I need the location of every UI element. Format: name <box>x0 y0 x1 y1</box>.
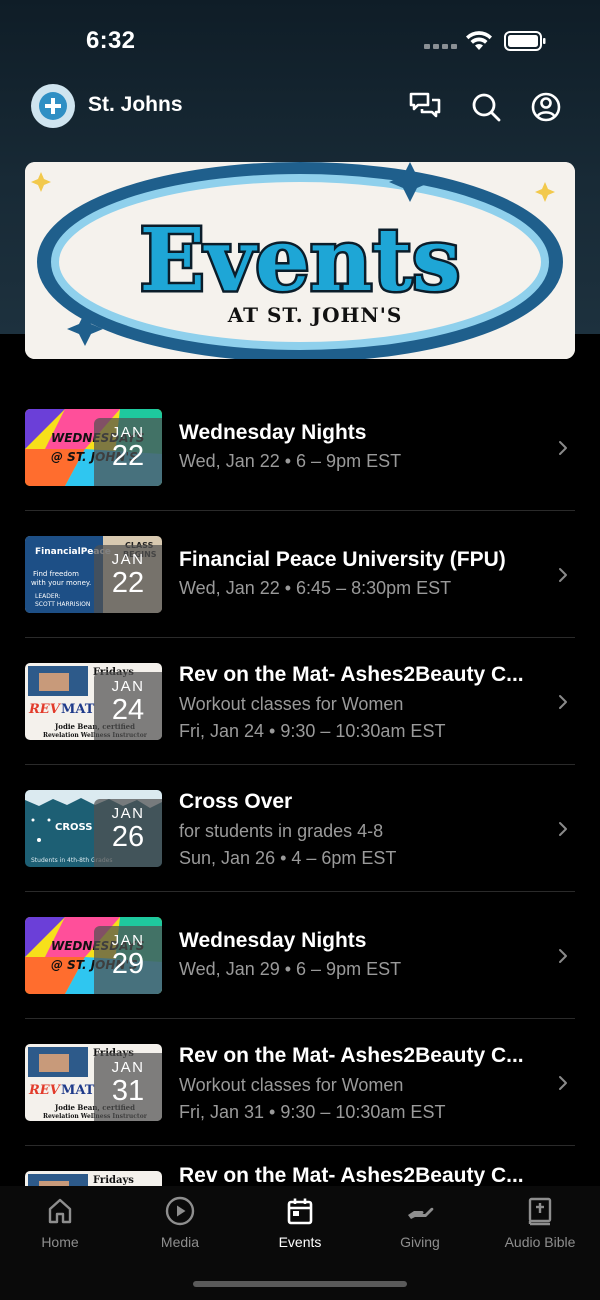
event-datetime: Fri, Jan 31 • 9:30 – 10:30am EST <box>179 1102 446 1122</box>
banner-title: Events <box>140 210 461 311</box>
svg-text:with your money.: with your money. <box>31 579 91 587</box>
event-day: 24 <box>111 694 145 726</box>
event-row[interactable]: WEDNESDAYS@ ST. JOHN'SJAN22 Wednesday Nig… <box>25 384 575 511</box>
svg-text:Fridays: Fridays <box>93 1175 134 1186</box>
chat-icon[interactable] <box>408 90 442 124</box>
status-bar: 6:32 <box>0 0 600 80</box>
tab-giving-label: Giving <box>400 1234 440 1250</box>
search-icon[interactable] <box>469 90 503 124</box>
event-day: 22 <box>111 567 145 599</box>
event-row[interactable]: WEDNESDAYS@ ST. JOHN'SJAN29 Wednesday Nig… <box>25 892 575 1019</box>
event-subtitle: Workout classes for Women <box>179 694 404 714</box>
chevron-right-icon <box>559 441 567 455</box>
event-day: 26 <box>111 821 145 853</box>
status-time: 6:32 <box>86 27 136 54</box>
svg-text:MAT: MAT <box>61 1083 95 1098</box>
event-subtitle: for students in grades 4-8 <box>179 821 384 841</box>
tab-events[interactable]: Events <box>240 1186 360 1266</box>
banner-subtitle: AT ST. JOHN'S <box>227 303 403 327</box>
event-date-badge: JAN 29 <box>94 926 162 994</box>
play-circle-icon <box>165 1196 195 1226</box>
event-thumbnail: WEDNESDAYS@ ST. JOHN'SJAN29 <box>25 917 162 994</box>
chevron-right-icon <box>559 822 567 836</box>
event-month: JAN <box>111 805 145 822</box>
events-banner-art: Events AT ST. JOHN'S <box>25 162 575 359</box>
events-banner[interactable]: Events AT ST. JOHN'S <box>25 162 575 359</box>
event-thumbnail: FinancialPeace Find freedom with your mone… <box>25 536 162 613</box>
cellular-signal-icon <box>424 44 458 50</box>
event-month: JAN <box>111 1059 145 1076</box>
event-thumbnail: REVMATFridaysJodie Bean, certifiedRevela… <box>25 1044 162 1121</box>
events-list: WEDNESDAYS@ ST. JOHN'SJAN22 Wednesday Nig… <box>25 384 575 1248</box>
church-logo[interactable] <box>31 84 75 128</box>
chevron-right-icon <box>559 568 567 582</box>
event-thumbnail: REVMATFridaysJodie Bean, certifiedRevela… <box>25 663 162 740</box>
home-icon <box>48 1198 72 1224</box>
tab-events-label: Events <box>278 1234 322 1250</box>
chevron-right-icon <box>559 1076 567 1090</box>
svg-text:MAT: MAT <box>61 702 95 717</box>
event-title: Financial Peace University (FPU) <box>179 548 506 571</box>
event-datetime: Wed, Jan 22 • 6:45 – 8:30pm EST <box>179 578 452 598</box>
svg-text:Find freedom: Find freedom <box>33 570 79 578</box>
tab-home[interactable]: Home <box>0 1186 120 1266</box>
calendar-icon <box>287 1198 313 1225</box>
event-title: Rev on the Mat- Ashes2Beauty C... <box>179 1164 524 1187</box>
home-indicator <box>193 1281 407 1287</box>
event-month: JAN <box>111 551 145 568</box>
event-row[interactable]: REVMATFridaysJodie Bean, certifiedRevela… <box>25 1019 575 1146</box>
svg-text:LEADER:: LEADER: <box>35 593 61 600</box>
event-day: 22 <box>111 440 145 472</box>
event-month: JAN <box>111 424 145 441</box>
event-row[interactable]: CROSS Students in 4th-8th Grades JAN 26 Cros… <box>25 765 575 892</box>
event-day: 29 <box>111 948 145 980</box>
tab-audio-bible[interactable]: Audio Bible <box>480 1186 600 1266</box>
event-date-badge: JAN 22 <box>94 418 162 486</box>
event-thumbnail: CROSS Students in 4th-8th Grades JAN 26 <box>25 790 162 867</box>
svg-text:REV: REV <box>28 702 62 717</box>
event-day: 31 <box>111 1075 145 1107</box>
event-thumbnail: WEDNESDAYS@ ST. JOHN'SJAN22 <box>25 409 162 486</box>
tab-media[interactable]: Media <box>120 1186 240 1266</box>
event-datetime: Wed, Jan 29 • 6 – 9pm EST <box>179 959 402 979</box>
event-date-badge: JAN 24 <box>94 672 162 740</box>
wifi-icon <box>466 31 492 50</box>
bible-icon <box>528 1197 552 1226</box>
svg-text:SCOTT HARRISION: SCOTT HARRISION <box>35 601 90 608</box>
event-datetime: Sun, Jan 26 • 4 – 6pm EST <box>179 848 397 868</box>
battery-icon <box>504 31 546 51</box>
app-header: St. Johns <box>0 80 600 134</box>
event-date-badge: JAN 22 <box>94 545 162 613</box>
event-title: Wednesday Nights <box>179 929 367 952</box>
event-datetime: Fri, Jan 24 • 9:30 – 10:30am EST <box>179 721 446 741</box>
event-date-badge: JAN 26 <box>94 799 162 867</box>
event-date-badge: JAN 31 <box>94 1053 162 1121</box>
chevron-right-icon <box>559 949 567 963</box>
event-datetime: Wed, Jan 22 • 6 – 9pm EST <box>179 451 402 471</box>
event-row[interactable]: REVMATFridaysJodie Bean, certifiedRevela… <box>25 638 575 765</box>
event-title: Cross Over <box>179 790 293 813</box>
chevron-right-icon <box>559 695 567 709</box>
tab-audio-bible-label: Audio Bible <box>504 1234 576 1250</box>
event-month: JAN <box>111 678 145 695</box>
event-month: JAN <box>111 932 145 949</box>
event-title: Wednesday Nights <box>179 421 367 444</box>
event-subtitle: Workout classes for Women <box>179 1075 404 1095</box>
svg-text:REV: REV <box>28 1083 62 1098</box>
tab-media-label: Media <box>160 1234 200 1250</box>
event-row[interactable]: FinancialPeace Find freedom with your mone… <box>25 511 575 638</box>
event-title: Rev on the Mat- Ashes2Beauty C... <box>179 663 524 686</box>
event-title: Rev on the Mat- Ashes2Beauty C... <box>179 1044 524 1067</box>
cross-icon <box>39 92 67 120</box>
account-icon[interactable] <box>529 90 563 124</box>
app-title: St. Johns <box>88 93 183 116</box>
giving-hand-icon <box>408 1207 434 1219</box>
tab-home-label: Home <box>41 1234 79 1250</box>
svg-text:CROSS: CROSS <box>55 822 93 833</box>
tab-giving[interactable]: Giving <box>360 1186 480 1266</box>
